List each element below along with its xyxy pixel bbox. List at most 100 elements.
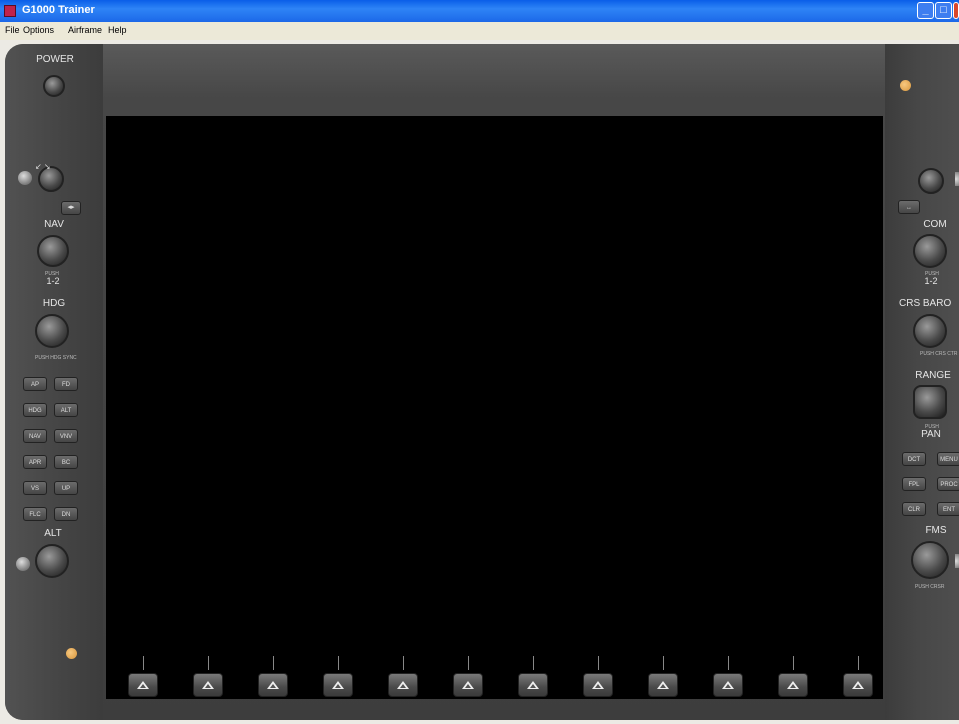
softkey-tick xyxy=(338,656,339,670)
maximize-button[interactable]: □ xyxy=(935,2,952,19)
softkey-tick xyxy=(208,656,209,670)
nav-volume-arrows-icon: ↙ ↘ xyxy=(35,162,51,171)
fpl-button[interactable]: FPL xyxy=(902,477,926,491)
softkey-tick xyxy=(858,656,859,670)
softkey-triangle-icon xyxy=(592,681,604,689)
window-title: G1000 Trainer xyxy=(22,4,95,16)
joystick-range-pan[interactable] xyxy=(913,385,947,419)
com-push-value: 1-2 xyxy=(924,276,938,286)
power-knob[interactable] xyxy=(43,75,65,97)
clr-button[interactable]: CLR xyxy=(902,502,926,516)
hdg-button[interactable]: HDG xyxy=(23,403,47,417)
screw-left-upper xyxy=(18,171,32,185)
softkey-tick xyxy=(793,656,794,670)
com-label: COM xyxy=(923,219,947,230)
nav-button[interactable]: NAV xyxy=(23,429,47,443)
left-control-panel: POWER ↙ ↘ ◂▸ NAV PUSH 1-2 HDG PUSH HDG S… xyxy=(5,44,103,720)
menu-help[interactable]: Help xyxy=(108,25,127,35)
com-swap-button[interactable]: ↔ xyxy=(898,200,920,214)
menu-bar: File Options Airframe Help xyxy=(0,22,959,41)
softkey-triangle-icon xyxy=(397,681,409,689)
menu-options[interactable]: Options xyxy=(23,25,54,35)
softkey-2[interactable] xyxy=(193,673,223,697)
softkey-tick xyxy=(598,656,599,670)
softkey-tick xyxy=(468,656,469,670)
alt-label: ALT xyxy=(44,528,62,539)
softkey-5[interactable] xyxy=(388,673,418,697)
vs-button[interactable]: VS xyxy=(23,481,47,495)
softkey-triangle-icon xyxy=(722,681,734,689)
softkey-triangle-icon xyxy=(527,681,539,689)
up-button[interactable]: UP xyxy=(54,481,78,495)
softkey-9[interactable] xyxy=(648,673,678,697)
softkey-7[interactable] xyxy=(518,673,548,697)
ap-button[interactable]: AP xyxy=(23,377,47,391)
nav-label: NAV xyxy=(44,219,64,230)
bc-button[interactable]: BC xyxy=(54,455,78,469)
flc-button[interactable]: FLC xyxy=(23,507,47,521)
proc-button[interactable]: PROC xyxy=(937,477,959,491)
pan-label: PAN xyxy=(921,429,941,440)
hdg-push-label: PUSH HDG SYNC xyxy=(35,355,77,361)
crs-baro-knob[interactable] xyxy=(913,314,947,348)
softkey-triangle-icon xyxy=(852,681,864,689)
menu-button[interactable]: MENU xyxy=(937,452,959,466)
nav-push-value: 1-2 xyxy=(46,276,60,286)
fms-push-label: PUSH CRSR xyxy=(915,584,945,590)
crs-push-label: PUSH CRS CTR xyxy=(920,351,958,357)
app-icon xyxy=(4,5,16,17)
softkey-tick xyxy=(143,656,144,670)
fms-knob[interactable] xyxy=(911,541,949,579)
softkey-triangle-icon xyxy=(267,681,279,689)
minimize-button[interactable]: _ xyxy=(917,2,934,19)
softkey-11[interactable] xyxy=(778,673,808,697)
softkey-10[interactable] xyxy=(713,673,743,697)
power-label: POWER xyxy=(36,54,74,65)
softkey-triangle-icon xyxy=(787,681,799,689)
ent-button[interactable]: ENT xyxy=(937,502,959,516)
com-knob[interactable] xyxy=(913,234,947,268)
photocell-left xyxy=(66,648,77,659)
apr-button[interactable]: APR xyxy=(23,455,47,469)
g1000-bezel: POWER ↙ ↘ ◂▸ NAV PUSH 1-2 HDG PUSH HDG S… xyxy=(0,40,959,724)
hdg-knob[interactable] xyxy=(35,314,69,348)
alt-knob[interactable] xyxy=(35,544,69,578)
softkey-triangle-icon xyxy=(657,681,669,689)
softkey-tick xyxy=(273,656,274,670)
softkey-tick xyxy=(663,656,664,670)
screw-left-lower xyxy=(16,557,30,571)
softkey-1[interactable] xyxy=(128,673,158,697)
screw-right-upper xyxy=(955,172,959,186)
bezel-frame: POWER ↙ ↘ ◂▸ NAV PUSH 1-2 HDG PUSH HDG S… xyxy=(5,44,959,720)
right-control-panel: ↔ COM PUSH 1-2 CRS BARO PUSH CRS CTR RAN… xyxy=(885,44,959,720)
softkey-tick xyxy=(403,656,404,670)
nav-swap-button[interactable]: ◂▸ xyxy=(61,201,81,215)
menu-file[interactable]: File xyxy=(5,25,20,35)
direct-to-button[interactable]: DCT xyxy=(902,452,926,466)
com-volume-knob[interactable] xyxy=(918,168,944,194)
softkey-triangle-icon xyxy=(462,681,474,689)
dn-button[interactable]: DN xyxy=(54,507,78,521)
title-bar: G1000 Trainer _ □ xyxy=(0,0,959,22)
range-label: RANGE xyxy=(915,370,951,381)
softkey-4[interactable] xyxy=(323,673,353,697)
hdg-label: HDG xyxy=(42,298,66,309)
softkey-tick xyxy=(533,656,534,670)
softkey-6[interactable] xyxy=(453,673,483,697)
softkey-triangle-icon xyxy=(202,681,214,689)
softkey-3[interactable] xyxy=(258,673,288,697)
crs-baro-label: CRS BARO xyxy=(899,298,952,309)
alt-button[interactable]: ALT xyxy=(54,403,78,417)
screw-right-lower xyxy=(955,554,959,568)
softkey-8[interactable] xyxy=(583,673,613,697)
close-button[interactable] xyxy=(953,2,959,19)
vnv-button[interactable]: VNV xyxy=(54,429,78,443)
menu-airframe[interactable]: Airframe xyxy=(68,25,102,35)
fd-button[interactable]: FD xyxy=(54,377,78,391)
softkey-triangle-icon xyxy=(137,681,149,689)
nav-knob[interactable] xyxy=(37,235,69,267)
display-screen xyxy=(106,116,883,699)
softkey-12[interactable] xyxy=(843,673,873,697)
softkey-triangle-icon xyxy=(332,681,344,689)
softkey-tick xyxy=(728,656,729,670)
